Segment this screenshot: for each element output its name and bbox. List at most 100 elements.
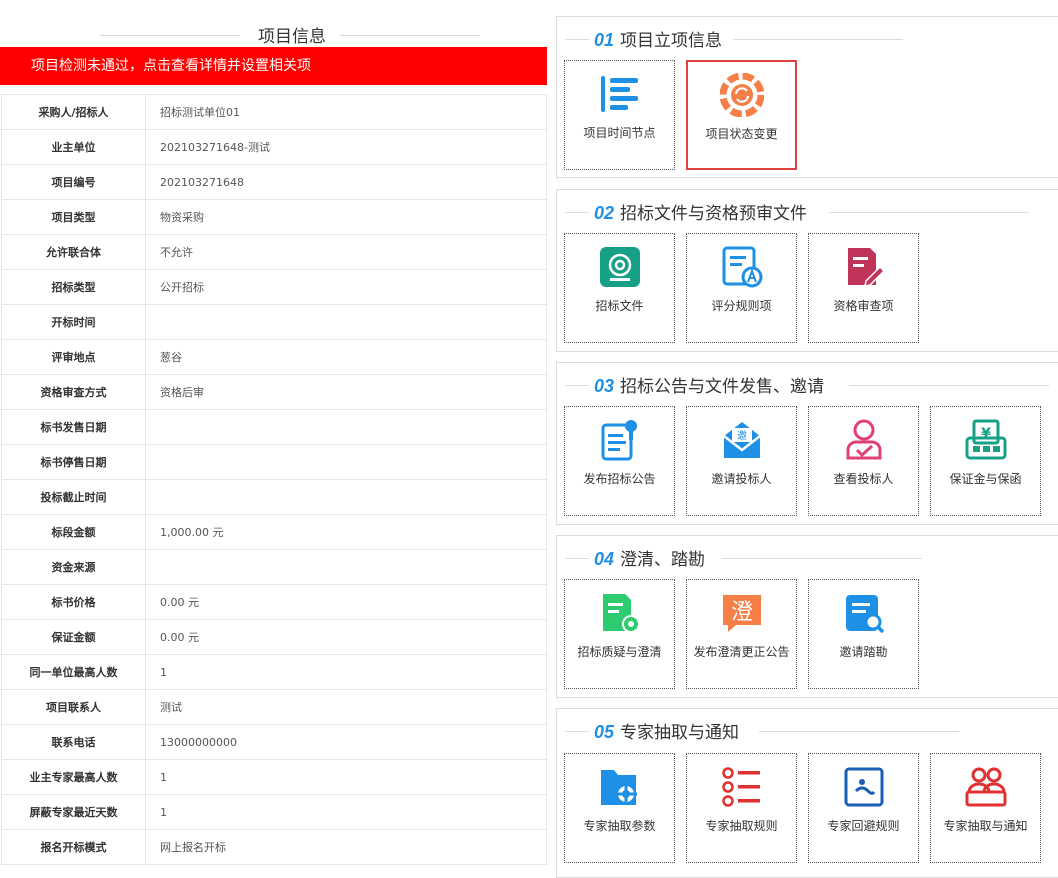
section-divider (565, 731, 589, 732)
section-project-setup: 01 项目立项信息 项目时间节点 项目状态变更 (556, 16, 1058, 178)
tile-expert-rules[interactable]: 专家抽取规则 (686, 753, 797, 863)
field-label: 报名开标模式 (1, 829, 146, 865)
tile-label: 招标质疑与澄清 (577, 645, 662, 659)
tile-query-clarify[interactable]: 招标质疑与澄清 (564, 579, 675, 689)
table-row: 评审地点 葱谷 (1, 339, 547, 375)
section-title: 招标文件与资格预审文件 (620, 204, 808, 224)
section-clarification: 04 澄清、踏勘 招标质疑与澄清 澄 发布澄清更正公告 邀请踏勘 (556, 535, 1058, 698)
field-label: 标书价格 (1, 584, 146, 620)
section-title: 澄清、踏勘 (620, 550, 706, 570)
field-label: 评审地点 (1, 339, 146, 375)
tile-label: 发布澄清更正公告 (693, 645, 790, 659)
bid-file-icon (599, 247, 640, 287)
section-divider (759, 731, 959, 732)
section-number: 01 (594, 30, 615, 50)
site-inspection-icon (845, 595, 884, 634)
field-value: 0.00 元 (145, 619, 547, 655)
table-row: 项目联系人 测试 (1, 689, 547, 725)
table-row: 采购人/招标人 招标测试单位01 (1, 94, 547, 130)
field-label: 项目联系人 (1, 689, 146, 725)
field-label: 标书发售日期 (1, 409, 146, 445)
field-value: 测试 (145, 689, 547, 725)
tile-project-timeline[interactable]: 项目时间节点 (564, 60, 675, 170)
tile-expert-params[interactable]: 专家抽取参数 (564, 753, 675, 863)
field-value: 1 (145, 654, 547, 690)
field-label: 项目类型 (1, 199, 146, 235)
section-title: 专家抽取与通知 (620, 723, 740, 743)
section-divider (849, 385, 1049, 386)
field-label: 资金来源 (1, 549, 146, 585)
expert-params-icon (600, 770, 637, 805)
tile-label: 项目状态变更 (705, 127, 778, 141)
tile-deposit-guarantee[interactable]: ¥ 保证金与保函 (930, 406, 1041, 516)
tile-publish-notice[interactable]: 发布招标公告 (564, 406, 675, 516)
table-row: 资格审查方式 资格后审 (1, 374, 547, 410)
section-divider (565, 212, 589, 213)
field-label: 投标截止时间 (1, 479, 146, 515)
section-header: 01 项目立项信息 (594, 26, 722, 52)
tile-invite-bidder[interactable]: 邀 邀请投标人 (686, 406, 797, 516)
section-bid-notice: 03 招标公告与文件发售、邀请 发布招标公告 邀 邀请投标人 查看投标人 ¥ 保… (556, 362, 1058, 525)
tile-label: 招标文件 (595, 299, 644, 313)
field-label: 联系电话 (1, 724, 146, 760)
field-value: 1 (145, 759, 547, 795)
table-row: 标书发售日期 (1, 409, 547, 445)
svg-text:¥: ¥ (981, 426, 991, 442)
tile-label: 评分规则项 (711, 299, 772, 313)
clarify-char-text: 澄 (730, 600, 752, 625)
tile-bid-file[interactable]: 招标文件 (564, 233, 675, 343)
field-label: 屏蔽专家最近天数 (1, 794, 146, 830)
section-number: 02 (594, 203, 615, 223)
field-value (145, 304, 547, 340)
tile-expert-avoid[interactable]: 专家回避规则 (808, 753, 919, 863)
title-divider (340, 35, 480, 36)
qualification-icon (847, 248, 885, 287)
tile-publish-clarification[interactable]: 澄 发布澄清更正公告 (686, 579, 797, 689)
section-divider (733, 39, 903, 40)
tile-qualification-review[interactable]: 资格审查项 (808, 233, 919, 343)
field-label: 项目编号 (1, 164, 146, 200)
project-info-panel: 项目信息 项目检测未通过，点击查看详情并设置相关项 采购人/招标人 招标测试单位0… (0, 0, 547, 867)
field-label: 标书停售日期 (1, 444, 146, 480)
field-label: 招标类型 (1, 269, 146, 305)
section-number: 04 (594, 549, 615, 569)
field-value: 1 (145, 794, 547, 830)
field-label: 采购人/招标人 (1, 94, 146, 130)
tile-label: 邀请投标人 (711, 472, 772, 486)
field-value: 202103271648-测试 (145, 129, 547, 165)
tile-expert-notify[interactable]: 专家抽取与通知 (930, 753, 1041, 863)
detection-alert-banner[interactable]: 项目检测未通过，点击查看详情并设置相关项 (0, 47, 547, 85)
publish-notice-icon (601, 420, 637, 461)
section-divider (829, 212, 1029, 213)
field-label: 标段金额 (1, 514, 146, 550)
field-label: 保证金额 (1, 619, 146, 655)
table-row: 屏蔽专家最近天数 1 (1, 794, 547, 830)
tile-label: 项目时间节点 (583, 126, 656, 140)
deposit-icon: ¥ (965, 419, 1006, 460)
table-row: 业主单位 202103271648-测试 (1, 129, 547, 165)
scoring-rules-icon (722, 246, 762, 288)
section-header: 03 招标公告与文件发售、邀请 (594, 372, 824, 398)
table-row: 项目编号 202103271648 (1, 164, 547, 200)
table-row: 标书停售日期 (1, 444, 547, 480)
table-row: 联系电话 13000000000 (1, 724, 547, 760)
tile-label: 资格审查项 (833, 299, 894, 313)
field-label: 开标时间 (1, 304, 146, 340)
section-title: 项目立项信息 (620, 31, 723, 51)
tile-label: 邀请踏勘 (839, 645, 888, 659)
timeline-icon (600, 76, 638, 112)
tile-view-bidder[interactable]: 查看投标人 (808, 406, 919, 516)
table-row: 资金来源 (1, 549, 547, 585)
field-label: 同一单位最高人数 (1, 654, 146, 690)
field-value: 葱谷 (145, 339, 547, 375)
table-row: 开标时间 (1, 304, 547, 340)
tile-project-status-change[interactable]: 项目状态变更 (686, 60, 797, 170)
tile-scoring-rules[interactable]: 评分规则项 (686, 233, 797, 343)
section-number: 05 (594, 722, 615, 742)
tile-site-inspection[interactable]: 邀请踏勘 (808, 579, 919, 689)
section-divider (565, 558, 589, 559)
field-label: 业主单位 (1, 129, 146, 165)
table-row: 业主专家最高人数 1 (1, 759, 547, 795)
field-value: 0.00 元 (145, 584, 547, 620)
table-row: 允许联合体 不允许 (1, 234, 547, 270)
